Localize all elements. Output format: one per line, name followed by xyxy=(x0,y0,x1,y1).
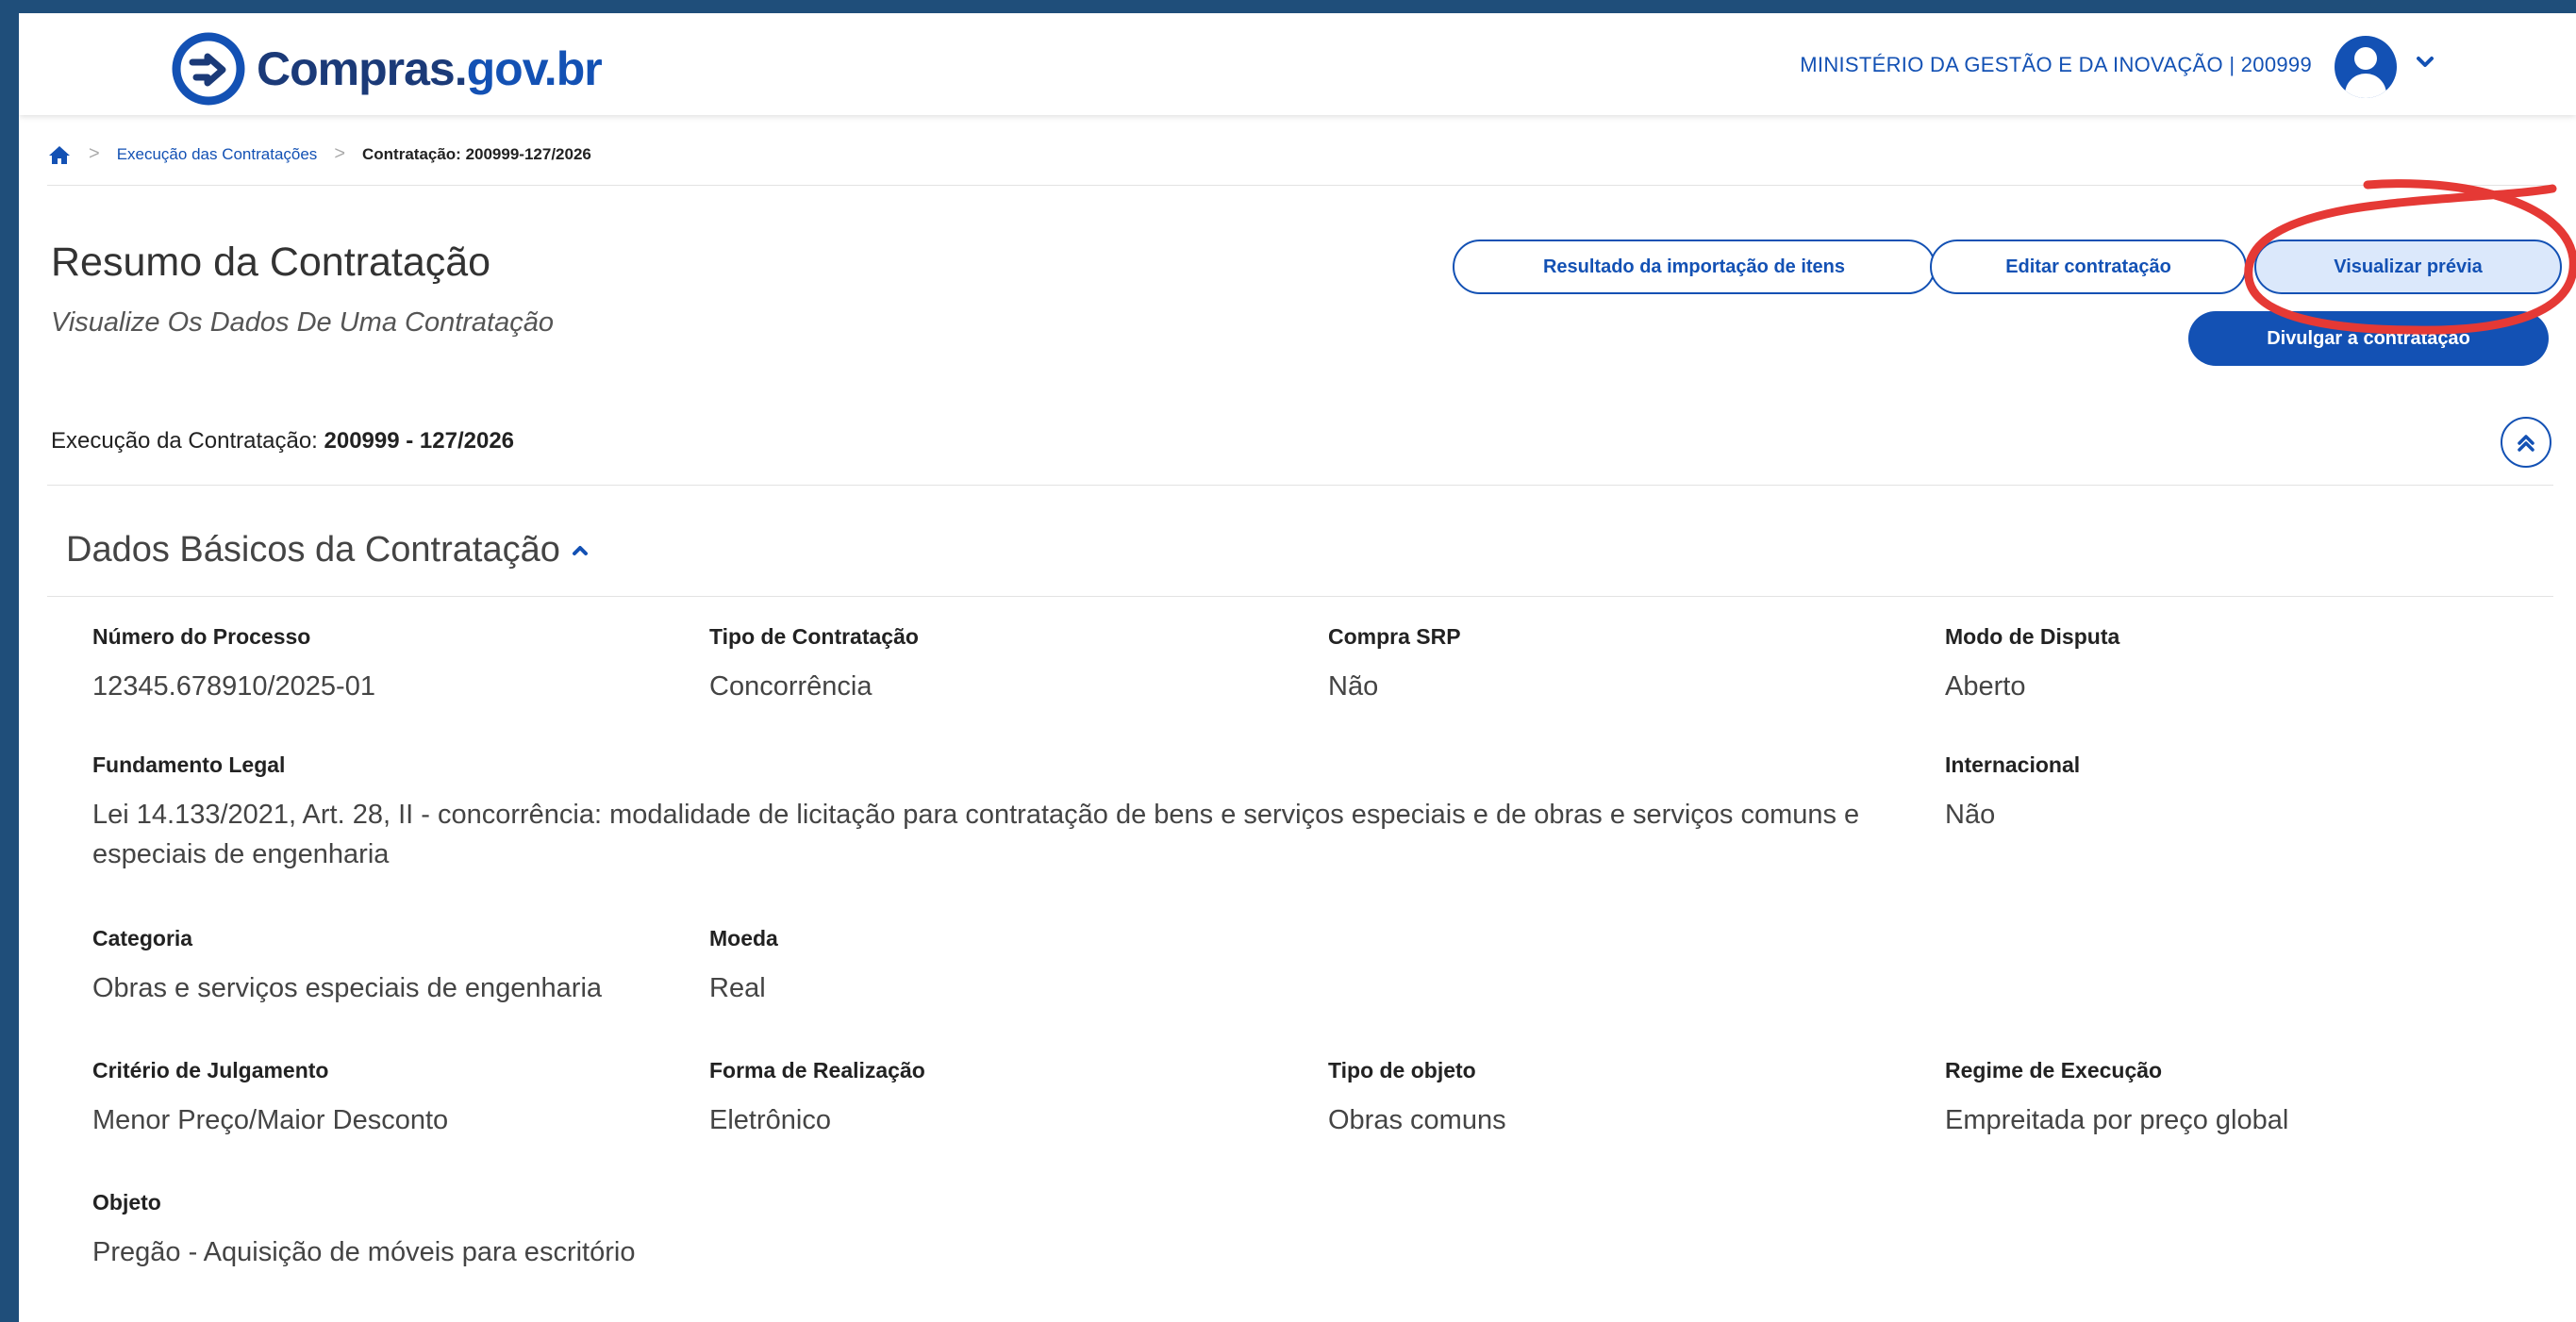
field-label: Modo de Disputa xyxy=(1945,624,2120,649)
import-results-button[interactable]: Resultado da importação de itens xyxy=(1453,240,1936,294)
chevron-up-icon xyxy=(572,545,588,555)
field-regime-execucao: Regime de Execução Empreitada por preço … xyxy=(1945,1058,2288,1140)
section-toggle-dados-basicos[interactable]: Dados Básicos da Contratação xyxy=(66,530,590,570)
field-numero-processo: Número do Processo 12345.678910/2025-01 xyxy=(92,624,375,706)
field-value: Pregão - Aquisição de móveis para escrit… xyxy=(92,1237,636,1267)
field-value: Lei 14.133/2021, Art. 28, II - concorrên… xyxy=(92,800,1860,869)
page-title: Resumo da Contratação xyxy=(51,240,491,285)
field-criterio-julgamento: Critério de Julgamento Menor Preço/Maior… xyxy=(92,1058,448,1140)
publish-contract-button[interactable]: Divulgar a contratação xyxy=(2188,311,2549,366)
field-value: Real xyxy=(709,973,766,1003)
field-label: Forma de Realização xyxy=(709,1058,925,1082)
execution-label: Execução da Contratação: xyxy=(51,428,318,454)
top-header: Compras.gov.br MINISTÉRIO DA GESTÃO E DA… xyxy=(19,13,2576,115)
chevron-down-icon[interactable] xyxy=(2414,51,2436,74)
preview-button[interactable]: Visualizar prévia xyxy=(2254,240,2562,294)
execution-divider xyxy=(47,485,2553,486)
compras-logo[interactable]: Compras.gov.br xyxy=(170,30,603,107)
field-value: Eletrônico xyxy=(709,1105,831,1135)
breadcrumb-separator-icon: > xyxy=(334,143,345,164)
field-value: Concorrência xyxy=(709,671,873,702)
field-tipo-contratacao: Tipo de Contratação Concorrência xyxy=(709,624,919,706)
field-categoria: Categoria Obras e serviços especiais de … xyxy=(92,926,602,1008)
field-label: Tipo de Contratação xyxy=(709,624,919,649)
double-chevron-up-icon xyxy=(2518,435,2534,452)
field-value: Aberto xyxy=(1945,671,2026,702)
section-title: Dados Básicos da Contratação xyxy=(66,530,560,570)
page-subtitle: Visualize Os Dados De Uma Contratação xyxy=(51,307,554,338)
field-label: Número do Processo xyxy=(92,624,311,649)
breadcrumb-current: Contratação: 200999-127/2026 xyxy=(362,144,591,163)
execution-value: 200999 - 127/2026 xyxy=(324,428,515,454)
page-frame: Compras.gov.br MINISTÉRIO DA GESTÃO E DA… xyxy=(19,13,2576,1322)
section-divider xyxy=(47,596,2553,597)
breadcrumb-separator-icon: > xyxy=(89,143,100,164)
field-fundamento-legal: Fundamento Legal Lei 14.133/2021, Art. 2… xyxy=(92,752,1885,874)
field-value: Obras e serviços especiais de engenharia xyxy=(92,973,603,1003)
field-compra-srp: Compra SRP Não xyxy=(1328,624,1461,706)
field-label: Objeto xyxy=(92,1190,161,1215)
compras-logo-icon xyxy=(172,32,245,106)
field-value: Não xyxy=(1945,800,1996,830)
field-moeda: Moeda Real xyxy=(709,926,778,1008)
field-value: Empreitada por preço global xyxy=(1945,1105,2289,1135)
field-label: Compra SRP xyxy=(1328,624,1461,649)
logo-text-compras: Compras. xyxy=(257,42,468,95)
field-label: Moeda xyxy=(709,926,778,950)
field-internacional: Internacional Não xyxy=(1945,752,2080,835)
execution-line: Execução da Contratação: 200999 - 127/20… xyxy=(51,428,514,454)
field-label: Fundamento Legal xyxy=(92,752,286,777)
field-label: Regime de Execução xyxy=(1945,1058,2163,1082)
field-label: Tipo de objeto xyxy=(1328,1058,1476,1082)
logo-text: Compras.gov.br xyxy=(257,41,603,96)
breadcrumb-divider xyxy=(47,185,2553,186)
field-objeto: Objeto Pregão - Aquisição de móveis para… xyxy=(92,1190,635,1272)
field-forma-realizacao: Forma de Realização Eletrônico xyxy=(709,1058,925,1140)
organization-label: MINISTÉRIO DA GESTÃO E DA INOVAÇÃO | 200… xyxy=(1800,53,2312,76)
field-label: Internacional xyxy=(1945,752,2081,777)
collapse-all-button[interactable] xyxy=(2501,417,2551,468)
logo-text-govbr: gov.br xyxy=(466,42,603,95)
field-modo-disputa: Modo de Disputa Aberto xyxy=(1945,624,2119,706)
field-value: Menor Preço/Maior Desconto xyxy=(92,1105,449,1135)
field-label: Categoria xyxy=(92,926,193,950)
breadcrumb: > Execução das Contratações > Contrataçã… xyxy=(47,143,591,165)
user-avatar-icon[interactable] xyxy=(2335,36,2397,98)
edit-contract-button[interactable]: Editar contratação xyxy=(1930,240,2247,294)
breadcrumb-link-execucao[interactable]: Execução das Contratações xyxy=(117,145,318,164)
field-tipo-objeto: Tipo de objeto Obras comuns xyxy=(1328,1058,1506,1140)
field-value: 12345.678910/2025-01 xyxy=(92,671,375,702)
field-value: Obras comuns xyxy=(1328,1105,1506,1135)
field-label: Critério de Julgamento xyxy=(92,1058,329,1082)
field-value: Não xyxy=(1328,671,1379,702)
home-icon[interactable] xyxy=(47,144,72,165)
